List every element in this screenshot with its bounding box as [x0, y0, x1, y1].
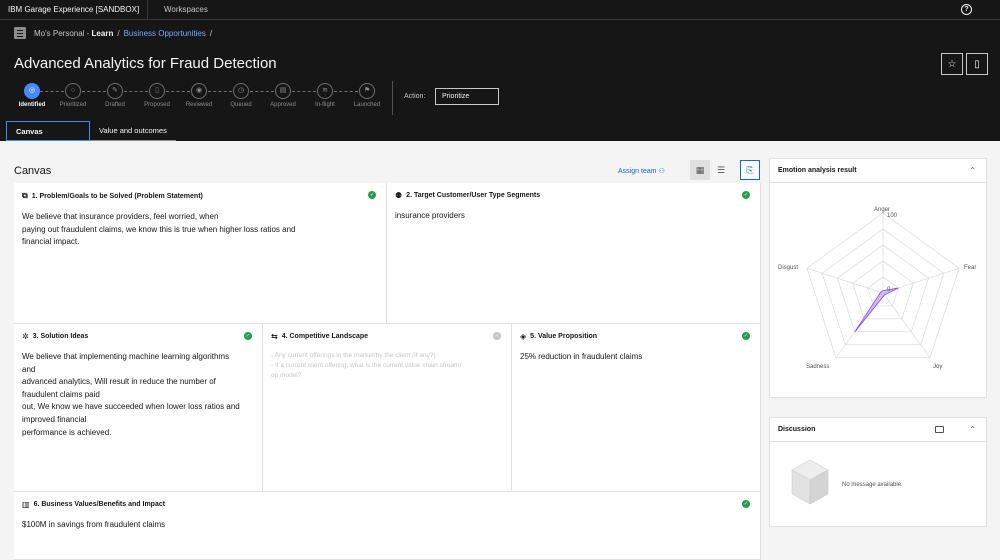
- discussion-title: Discussion: [770, 418, 986, 442]
- radar-label-sadness: Sadness: [806, 364, 830, 370]
- in-flight-icon: ≋: [317, 83, 333, 99]
- radar-label-disgust: Disgust: [778, 265, 799, 271]
- canvas-card-value-proposition[interactable]: ◈ 5. Value Proposition ✓ 25% reduction in…: [512, 324, 761, 492]
- compare-icon: ⇆: [271, 332, 278, 341]
- step-reviewed[interactable]: ◉ Reviewed: [181, 83, 217, 108]
- queued-icon: ◷: [233, 83, 249, 99]
- step-drafted[interactable]: ✎ Drafted: [97, 83, 133, 108]
- drafted-icon: ✎: [107, 83, 123, 99]
- assign-team-link[interactable]: Assign team ⚇: [618, 167, 665, 175]
- action-label: Action:: [404, 93, 426, 100]
- emotion-radar-chart: [806, 212, 960, 359]
- tab-bar: Canvas Value and outcomes: [6, 121, 176, 141]
- new-message-icon[interactable]: [935, 426, 944, 433]
- reviewed-icon: ◉: [191, 83, 207, 99]
- radar-axis: [882, 292, 931, 358]
- brand-name[interactable]: IBM Garage Experience [SANDBOX]: [0, 0, 148, 20]
- puzzle-icon: ⧉: [22, 191, 28, 200]
- canvas-heading: Canvas: [14, 165, 52, 177]
- document-button[interactable]: ▯: [966, 53, 988, 75]
- radar-label-joy: Joy: [933, 364, 943, 370]
- canvas-card-solution-ideas[interactable]: ✲ 3. Solution Ideas ✓ We believe that imp…: [14, 324, 263, 492]
- step-proposed[interactable]: ▯ Proposed: [139, 83, 175, 108]
- prioritized-icon: ○: [65, 83, 81, 99]
- canvas-card-competitive-landscape[interactable]: ⇆ 4. Competitive Landscape ✓ - Any curren…: [263, 324, 512, 492]
- empty-discussion-message: No message available.: [842, 482, 903, 488]
- step-prioritized[interactable]: ○ Prioritized: [55, 83, 91, 108]
- help-icon[interactable]: ?: [961, 4, 972, 15]
- radar-label-fear: Fear: [964, 265, 977, 271]
- step-approved[interactable]: ▤ Approved: [265, 83, 301, 108]
- chevron-up-icon[interactable]: ⌃: [969, 425, 976, 434]
- canvas-card-problem[interactable]: ⧉ 1. Problem/Goals to be Solved (Problem …: [14, 183, 387, 324]
- step-identified[interactable]: ◎ Identified: [14, 83, 50, 108]
- emotion-panel-title: Emotion analysis result: [770, 159, 986, 183]
- flag-icon: ⚑: [359, 83, 375, 99]
- check-icon: ✓: [742, 191, 750, 199]
- action-select[interactable]: Prioritize: [435, 88, 499, 105]
- document-icon: ▯: [974, 58, 980, 70]
- tab-canvas[interactable]: Canvas: [6, 121, 90, 141]
- tab-value-and-outcomes[interactable]: Value and outcomes: [90, 121, 176, 141]
- step-in-flight[interactable]: ≋ In-flight: [307, 83, 343, 108]
- radar-scale-max: 100: [887, 213, 898, 219]
- canvas-card-target-customer[interactable]: ⚉ 2. Target Customer/User Type Segments ✓…: [387, 183, 761, 324]
- check-icon: ✓: [742, 332, 750, 340]
- progress-stepper: ◎ Identified ○ Prioritized ✎ Drafted ▯ Propo…: [14, 83, 384, 113]
- check-icon: ✓: [742, 500, 750, 508]
- top-bar: IBM Garage Experience [SANDBOX] Workspac…: [0, 0, 1000, 20]
- star-icon: ☆: [947, 58, 957, 70]
- empty-box-icon: [791, 459, 829, 505]
- grid-icon: ▦: [695, 164, 705, 175]
- divider: [392, 81, 393, 115]
- check-icon: ✓: [493, 332, 501, 340]
- identified-icon: ◎: [24, 83, 40, 99]
- menu-icon[interactable]: [14, 27, 26, 39]
- step-launched[interactable]: ⚑ Launched: [349, 83, 385, 108]
- emotion-analysis-panel: Emotion analysis result ⌃ Anger Fear Joy…: [769, 158, 987, 398]
- approved-icon: ▤: [275, 83, 291, 99]
- radar-scale-min: 0: [887, 287, 891, 293]
- canvas-card-business-values[interactable]: ▥ 6. Business Values/Benefits and Impact …: [14, 492, 761, 560]
- workspaces-link[interactable]: Workspaces: [148, 5, 208, 14]
- breadcrumb: Mo's Personal - Learn / Business Opportu…: [34, 29, 212, 38]
- page-header: Mo's Personal - Learn / Business Opportu…: [0, 20, 1000, 141]
- discussion-panel: Discussion ⌃ No message available.: [769, 417, 987, 527]
- breadcrumb-business-opportunities[interactable]: Business Opportunities: [124, 29, 206, 38]
- layers-icon: ◈: [520, 332, 527, 341]
- idea-icon: ✲: [22, 332, 29, 341]
- page-title: Advanced Analytics for Fraud Detection: [14, 55, 277, 72]
- sliders-icon: ☰: [716, 164, 726, 175]
- check-icon: ✓: [368, 191, 376, 199]
- grid-view-button[interactable]: ▦: [690, 160, 710, 180]
- chevron-up-icon[interactable]: ⌃: [969, 166, 976, 175]
- breadcrumb-current[interactable]: Learn: [92, 29, 114, 38]
- breadcrumb-separator: /: [117, 29, 120, 38]
- proposed-icon: ▯: [149, 83, 165, 99]
- export-button[interactable]: ⎘: [740, 160, 760, 180]
- favorite-button[interactable]: ☆: [941, 53, 963, 75]
- breadcrumb-root[interactable]: Mo's Personal -: [34, 29, 92, 38]
- step-queued[interactable]: ◷ Queued: [223, 83, 259, 108]
- list-view-button[interactable]: ☰: [711, 160, 731, 180]
- export-icon: ⎘: [746, 164, 754, 175]
- user-group-icon: ⚉: [395, 191, 403, 200]
- add-user-icon: ⚇: [658, 168, 665, 175]
- breadcrumb-separator: /: [209, 29, 213, 38]
- radar-axis: [806, 267, 884, 294]
- check-icon: ✓: [244, 332, 252, 340]
- chart-icon: ▥: [22, 500, 30, 509]
